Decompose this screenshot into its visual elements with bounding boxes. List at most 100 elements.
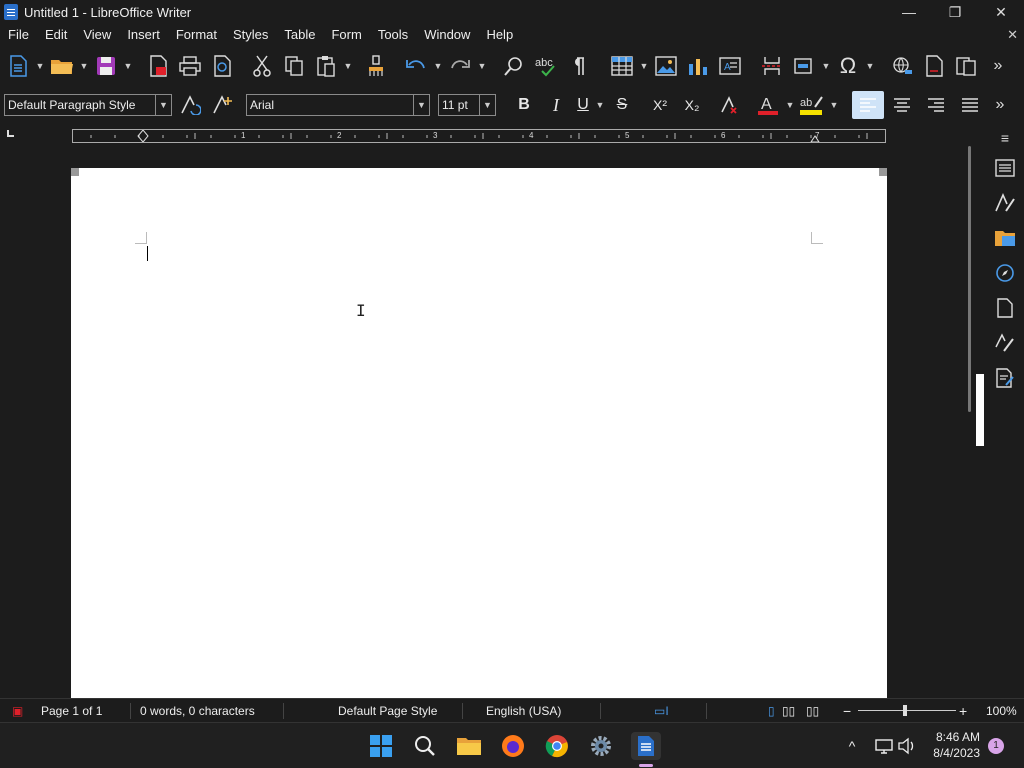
zoom-slider[interactable] [858,710,956,711]
volume-icon[interactable] [893,732,921,760]
bold-button[interactable]: B [508,91,540,119]
page-count[interactable]: Page 1 of 1 [41,699,102,723]
menu-form[interactable]: Form [323,24,369,46]
menu-format[interactable]: Format [168,24,225,46]
maximize-button[interactable]: ❐ [932,0,978,24]
toolbar-overflow-icon[interactable]: » [982,52,1014,80]
clear-formatting-icon[interactable] [714,91,746,119]
scrollbar-thumb[interactable] [968,146,971,412]
styles-icon[interactable] [989,185,1021,220]
search-icon[interactable] [411,732,439,760]
update-style-icon[interactable] [174,91,206,119]
paste-dropdown-arrow[interactable]: ▼ [342,52,354,80]
toolbar-overflow-icon[interactable]: » [986,91,1014,119]
insert-chart-icon[interactable] [682,52,714,80]
superscript-button[interactable]: X² [644,91,676,119]
zoom-slider-thumb[interactable] [903,705,907,716]
new-document-icon[interactable] [2,52,34,80]
menu-insert[interactable]: Insert [119,24,168,46]
new-dropdown-arrow[interactable]: ▼ [34,52,46,80]
font-size-select[interactable]: 11 pt ▼ [438,94,496,116]
sidebar-collapse-handle[interactable] [976,374,984,446]
chevron-down-icon[interactable]: ▼ [413,95,429,115]
document-area[interactable]: I [0,146,966,698]
paragraph-style-select[interactable]: Default Paragraph Style ▼ [4,94,172,116]
underline-dropdown-arrow[interactable]: ▼ [594,91,606,119]
page-icon[interactable] [989,290,1021,325]
copy-icon[interactable] [278,52,310,80]
menu-table[interactable]: Table [276,24,323,46]
formatting-marks-icon[interactable] [562,52,594,80]
new-style-icon[interactable] [206,91,238,119]
insert-textbox-icon[interactable]: A [714,52,746,80]
field-dropdown-arrow[interactable]: ▼ [820,52,832,80]
save-icon[interactable] [90,52,122,80]
word-count[interactable]: 0 words, 0 characters [140,699,255,723]
align-center-icon[interactable] [886,91,918,119]
insert-table-icon[interactable] [606,52,638,80]
multi-page-view-icon[interactable]: ▯▯ [782,699,795,723]
zoom-in-button[interactable]: + [959,699,967,723]
insert-image-icon[interactable] [650,52,682,80]
selection-mode-icon[interactable]: ▭I [654,699,669,723]
paste-icon[interactable] [310,52,342,80]
menu-tools[interactable]: Tools [370,24,416,46]
settings-gear-icon[interactable] [587,732,615,760]
page-style[interactable]: Default Page Style [338,699,437,723]
special-character-icon[interactable]: Ω [832,52,864,80]
menu-help[interactable]: Help [478,24,521,46]
minimize-button[interactable]: — [886,0,932,24]
vertical-scrollbar[interactable] [966,146,976,698]
align-left-icon[interactable] [852,91,884,119]
underline-button[interactable]: U [572,91,594,119]
undo-dropdown-arrow[interactable]: ▼ [432,52,444,80]
subscript-button[interactable]: X₂ [676,91,708,119]
properties-icon[interactable] [989,150,1021,185]
sidebar-menu-icon[interactable]: ≡ [989,126,1021,150]
special-char-dropdown-arrow[interactable]: ▼ [864,52,876,80]
undo-icon[interactable] [400,52,432,80]
print-icon[interactable] [174,52,206,80]
strikethrough-button[interactable]: S [606,91,638,119]
zoom-out-button[interactable]: − [843,699,851,723]
file-explorer-icon[interactable] [455,732,483,760]
clone-formatting-icon[interactable] [360,52,392,80]
redo-icon[interactable] [444,52,476,80]
document-page[interactable]: I [71,168,887,698]
chrome-icon[interactable] [543,732,571,760]
justify-icon[interactable] [954,91,986,119]
menu-file[interactable]: File [0,24,37,46]
table-dropdown-arrow[interactable]: ▼ [638,52,650,80]
system-clock[interactable]: 8:46 AM 8/4/2023 [920,729,980,761]
find-replace-icon[interactable] [498,52,530,80]
menu-view[interactable]: View [75,24,119,46]
open-dropdown-arrow[interactable]: ▼ [78,52,90,80]
cut-icon[interactable] [246,52,278,80]
insert-comment-icon[interactable] [950,52,982,80]
firefox-icon[interactable] [499,732,527,760]
insert-hyperlink-icon[interactable] [886,52,918,80]
manage-changes-icon[interactable] [989,360,1021,395]
page-break-icon[interactable] [756,52,788,80]
insert-footnote-icon[interactable] [918,52,950,80]
menu-edit[interactable]: Edit [37,24,75,46]
highlight-dropdown-arrow[interactable]: ▼ [828,91,840,119]
horizontal-ruler[interactable]: 1 2 3 4 5 6 7 [72,129,886,143]
spelling-icon[interactable]: abc [530,52,562,80]
align-right-icon[interactable] [920,91,952,119]
style-inspector-icon[interactable] [989,325,1021,360]
navigator-icon[interactable] [989,255,1021,290]
italic-button[interactable]: I [540,91,572,119]
font-color-dropdown-arrow[interactable]: ▼ [784,91,796,119]
export-pdf-icon[interactable] [142,52,174,80]
close-button[interactable]: ✕ [978,0,1024,24]
document-modified-icon[interactable]: ▣ [12,699,23,723]
menu-styles[interactable]: Styles [225,24,276,46]
redo-dropdown-arrow[interactable]: ▼ [476,52,488,80]
tab-stop-selector[interactable] [7,130,14,137]
chevron-down-icon[interactable]: ▼ [479,95,495,115]
open-folder-icon[interactable] [46,52,78,80]
print-preview-icon[interactable] [206,52,238,80]
single-page-view-icon[interactable]: ▯ [768,699,775,723]
book-view-icon[interactable]: ▯▯ [806,699,819,723]
